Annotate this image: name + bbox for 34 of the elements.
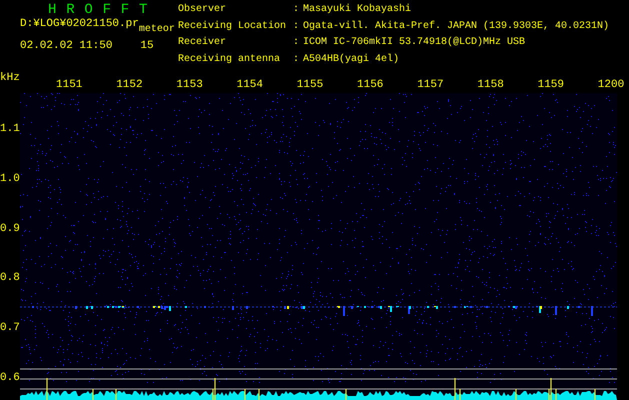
frequency-label: 0.6 bbox=[0, 372, 20, 384]
info-separator: : bbox=[293, 22, 300, 34]
time-label: 1155 bbox=[296, 79, 324, 91]
frequency-label: 0.7 bbox=[0, 322, 20, 334]
time-label: 1200 bbox=[598, 79, 624, 91]
time-label: 1153 bbox=[176, 79, 203, 91]
mode-label: meteor bbox=[138, 24, 175, 35]
time-label: 1156 bbox=[357, 79, 384, 91]
time-label: 1152 bbox=[116, 79, 143, 91]
info-value: ICOM IC-706mkII 53.74918(@LCD)MHz USB bbox=[303, 38, 526, 50]
info-separator: : bbox=[293, 54, 300, 66]
info-value: Ogata-vill. Akita-Pref. JAPAN (139.9303E, 40.0231N) bbox=[303, 22, 610, 34]
frequency-label: 0.8 bbox=[0, 272, 20, 284]
time-label: 1158 bbox=[477, 79, 504, 91]
info-label: Receiving Location bbox=[178, 22, 288, 34]
time-label: 1151 bbox=[56, 79, 82, 91]
time-label: 1154 bbox=[236, 79, 263, 91]
app-title: HROFFT bbox=[47, 1, 158, 17]
info-value: A504HB(yagi 4el) bbox=[303, 54, 400, 66]
info-value: Masayuki Kobayashi bbox=[303, 5, 412, 17]
info-label: Receiver bbox=[178, 38, 228, 50]
axis-unit: kHz bbox=[0, 72, 20, 84]
file-path: D:¥LOG¥02021150.pr bbox=[20, 18, 139, 30]
time-label: 1159 bbox=[538, 79, 564, 91]
info-label: Receiving antenna bbox=[178, 54, 282, 66]
info-separator: : bbox=[293, 5, 300, 17]
info-label: Observer bbox=[178, 5, 228, 17]
frequency-label: 1.1 bbox=[0, 123, 20, 135]
info-separator: : bbox=[293, 38, 300, 50]
time-label: 1157 bbox=[417, 79, 444, 91]
meteor-count: 15 bbox=[140, 40, 154, 52]
frequency-label: 1.0 bbox=[0, 172, 20, 185]
date-time: 02.02.02 11:50 bbox=[20, 40, 112, 52]
frequency-label: 0.9 bbox=[0, 222, 20, 235]
